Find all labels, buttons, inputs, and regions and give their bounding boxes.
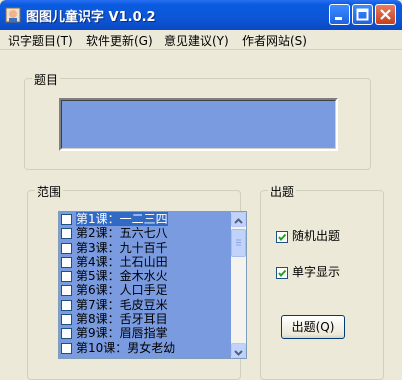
menu-feedback[interactable]: 意见建议(Y) [164, 32, 229, 49]
question-group: 题目 [24, 71, 371, 170]
list-scrollbar[interactable] [231, 212, 246, 358]
random-checkbox-row[interactable]: 随机出题 [276, 227, 340, 244]
list-item-checkbox[interactable] [61, 228, 72, 240]
range-group: 范围 第1课：一二三四 第2课：五六七八 第3课：九十百千 第4课：土石山田 第5课：金… [27, 183, 247, 380]
list-item[interactable]: 第7课：毛皮豆米 [59, 298, 231, 312]
list-item[interactable]: 第2课：五六七八 [59, 226, 231, 240]
list-item[interactable]: 第6课：人口手足 [59, 283, 231, 297]
list-item-label: 第9课：眉唇指掌 [76, 326, 168, 341]
options-group-title: 出题 [268, 183, 297, 200]
list-item-checkbox[interactable] [61, 271, 72, 283]
scroll-down-button[interactable] [231, 343, 246, 358]
menu-update[interactable]: 软件更新(G) [86, 32, 153, 49]
minimize-button[interactable] [329, 4, 350, 25]
single-checkbox[interactable] [276, 266, 288, 279]
list-item[interactable]: 第8课：舌牙耳目 [59, 312, 231, 326]
list-item-label: 第6课：人口手足 [76, 283, 168, 298]
list-item[interactable]: 第1课：一二三四 [59, 212, 231, 226]
menu-bar: 识字题目(T) 软件更新(G) 意见建议(Y) 作者网站(S) [0, 30, 402, 50]
question-group-title: 题目 [32, 71, 61, 88]
list-item-label: 第2课：五六七八 [76, 226, 168, 241]
list-item-label: 第5课：金木水火 [76, 269, 168, 284]
list-item[interactable]: 第9课：眉唇指掌 [59, 326, 231, 340]
list-item-checkbox[interactable] [61, 242, 72, 254]
scroll-up-button[interactable] [231, 212, 246, 227]
list-item-checkbox[interactable] [61, 256, 72, 268]
list-item-checkbox[interactable] [61, 314, 72, 326]
list-item-label: 第3课：九十百千 [76, 240, 168, 255]
list-item-checkbox[interactable] [61, 285, 72, 297]
random-label: 随机出题 [292, 229, 341, 243]
list-item-label: 第7课：毛皮豆米 [76, 297, 168, 312]
question-button[interactable]: 出题(Q) [281, 315, 345, 339]
single-label: 单字显示 [292, 265, 341, 279]
list-item-label: 第4课：土石山田 [76, 254, 168, 269]
window-title: 图图儿童识字 V1.0.2 [26, 10, 156, 25]
list-item-checkbox[interactable] [61, 328, 72, 340]
list-item[interactable]: 第5课：金木水火 [59, 269, 231, 283]
close-button[interactable] [375, 4, 396, 25]
scroll-thumb[interactable] [231, 229, 246, 257]
maximize-button[interactable] [352, 4, 373, 25]
list-item-label: 第1课：一二三四 [76, 212, 168, 226]
menu-website[interactable]: 作者网站(S) [242, 32, 307, 49]
list-item-checkbox[interactable] [61, 214, 72, 225]
list-item-checkbox[interactable] [61, 299, 72, 311]
title-bar[interactable]: 图图儿童识字 V1.0.2 [0, 0, 402, 30]
list-item-label: 第10课：男女老幼 [76, 340, 176, 355]
range-group-title: 范围 [35, 183, 64, 200]
lesson-list[interactable]: 第1课：一二三四 第2课：五六七八 第3课：九十百千 第4课：土石山田 第5课：金木水火… [58, 211, 247, 359]
single-checkbox-row[interactable]: 单字显示 [276, 263, 340, 280]
list-item[interactable]: 第3课：九十百千 [59, 241, 231, 255]
app-icon [4, 6, 22, 24]
list-item[interactable]: 第4课：土石山田 [59, 255, 231, 269]
options-group: 出题 随机出题 单字显示 出题(Q) [260, 183, 384, 380]
menu-questions[interactable]: 识字题目(T) [8, 32, 73, 49]
list-item[interactable]: 第10课：男女老幼 [59, 341, 231, 355]
question-display [59, 98, 338, 151]
random-checkbox[interactable] [276, 230, 288, 243]
list-item-label: 第8课：舌牙耳目 [76, 312, 168, 327]
list-item-checkbox[interactable] [61, 342, 72, 354]
